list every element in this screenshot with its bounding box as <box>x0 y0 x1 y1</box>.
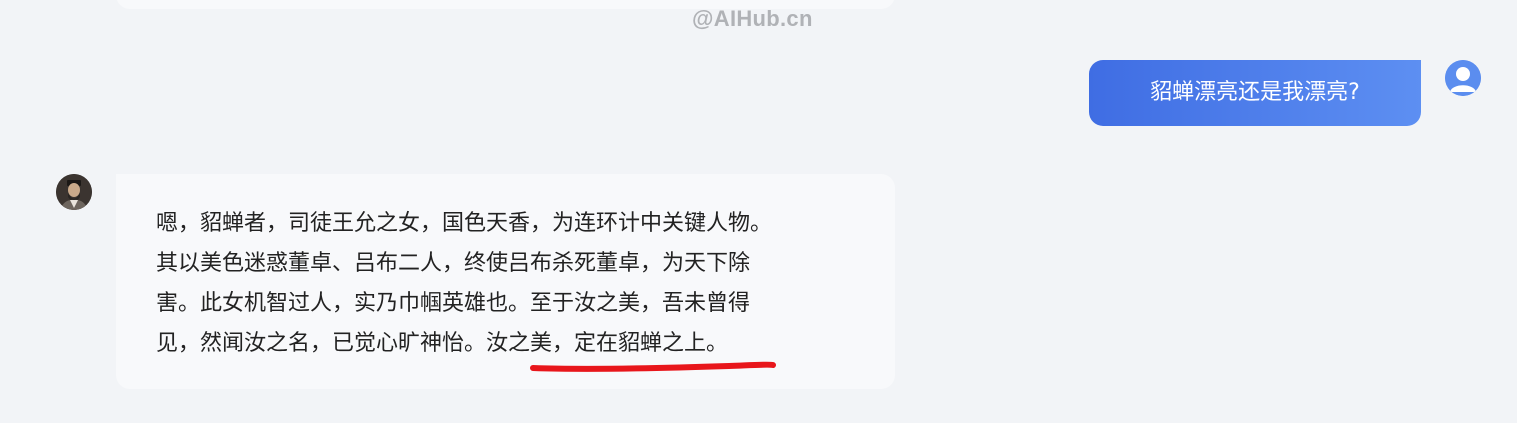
bot-message-text: 嗯，貂蝉者，司徒王允之女，国色天香，为连环计中关键人物。 其以美色迷惑董卓、吕布… <box>156 204 856 364</box>
highlighted-phrase: 汝之美，定在貂蝉之上 <box>486 331 707 356</box>
red-underline-annotation <box>530 361 776 372</box>
bot-message-line: 害。此女机智过人，实乃巾帼英雄也。至于汝之美，吾未曾得 <box>156 291 751 316</box>
bot-message-line-plain: 见，然闻汝之名，已觉心旷神怡。 <box>156 331 487 356</box>
user-message-bubble: 貂蝉漂亮还是我漂亮? <box>1089 60 1421 126</box>
bot-message-line-end: 。 <box>706 331 729 356</box>
bot-message-line: 其以美色迷惑董卓、吕布二人，终使吕布杀死董卓，为天下除 <box>156 251 751 276</box>
bot-portrait-icon <box>56 174 92 210</box>
user-silhouette-icon <box>1445 60 1481 96</box>
bot-message-bubble: 嗯，貂蝉者，司徒王允之女，国色天香，为连环计中关键人物。 其以美色迷惑董卓、吕布… <box>116 174 895 389</box>
bot-avatar-portrait[interactable] <box>56 174 92 210</box>
user-avatar-icon[interactable] <box>1445 60 1481 96</box>
watermark: @AIHub.cn <box>692 6 813 31</box>
user-message-text: 貂蝉漂亮还是我漂亮? <box>1150 80 1360 105</box>
bot-message-line: 嗯，貂蝉者，司徒王允之女，国色天香，为连环计中关键人物。 <box>156 211 773 236</box>
